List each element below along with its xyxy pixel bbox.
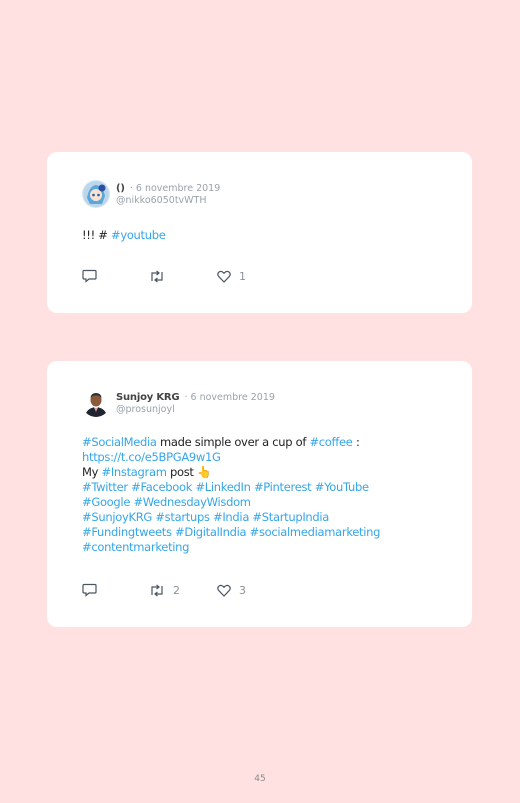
tweet-date[interactable]: · 6 novembre 2019	[185, 392, 275, 403]
avatar[interactable]	[82, 389, 110, 417]
like-button[interactable]: 3	[217, 584, 246, 597]
tweet-text-segment: :	[352, 435, 360, 449]
url-link[interactable]: https://t.co/e5BPGA9w1G	[82, 450, 221, 464]
tweet-text: #SocialMedia made simple over a cup of #…	[82, 435, 442, 555]
hashtag-line[interactable]: #SunjoyKRG #startups #India #StartupIndi…	[82, 510, 442, 525]
tweet-text-line: #SocialMedia made simple over a cup of #…	[82, 435, 442, 450]
retweet-button[interactable]	[149, 270, 217, 283]
hashtag-link[interactable]: #Instagram	[101, 465, 166, 479]
tweet-header: Sunjoy KRG · 6 novembre 2019 @prosunjoyl	[82, 389, 275, 417]
reply-button[interactable]	[82, 583, 149, 597]
heart-icon	[217, 270, 231, 283]
tweet-text-segment: !!! #	[82, 228, 111, 242]
hashtag-link[interactable]: #coffee	[309, 435, 352, 449]
user-handle[interactable]: @nikko6050tvWTH	[116, 195, 220, 207]
tweet-card: Sunjoy KRG · 6 novembre 2019 @prosunjoyl…	[47, 361, 472, 627]
tweet-date[interactable]: · 6 novembre 2019	[130, 183, 220, 194]
tweet-actions: 1	[82, 269, 246, 283]
tweet-text: !!! # #youtube	[82, 228, 442, 243]
like-button[interactable]: 1	[217, 270, 246, 283]
tweet-text-line: https://t.co/e5BPGA9w1G	[82, 450, 442, 465]
heart-icon	[217, 584, 231, 597]
user-handle[interactable]: @prosunjoyl	[116, 404, 275, 416]
hashtag-line[interactable]: #contentmarketing	[82, 540, 442, 555]
retweet-icon	[151, 584, 163, 596]
tweet-actions: 2 3	[82, 583, 246, 597]
reply-button[interactable]	[82, 269, 149, 283]
like-count: 1	[239, 269, 246, 283]
reply-icon	[82, 269, 97, 283]
tweet-text-line: My #Instagram post 👆	[82, 465, 442, 480]
tweet-text-segment: post	[166, 465, 197, 479]
pointing-up-emoji: 👆	[197, 465, 212, 479]
reply-icon	[82, 583, 97, 597]
retweet-button[interactable]: 2	[149, 584, 217, 597]
tweet-card: () · 6 novembre 2019 @nikko6050tvWTH !!!…	[47, 152, 472, 313]
display-name[interactable]: Sunjoy KRG	[116, 392, 180, 403]
hashtag-line[interactable]: #Twitter #Facebook #LinkedIn #Pinterest …	[82, 480, 442, 495]
hashtag-line[interactable]: #Google #WednesdayWisdom	[82, 495, 442, 510]
like-count: 3	[239, 583, 246, 597]
hashtag-link[interactable]: #SocialMedia	[82, 435, 157, 449]
hashtag-link[interactable]: #youtube	[111, 228, 166, 242]
retweet-icon	[151, 270, 163, 282]
hashtag-line[interactable]: #Fundingtweets #DigitalIndia #socialmedi…	[82, 525, 442, 540]
tweet-text-segment: My	[82, 465, 102, 479]
retweet-count: 2	[173, 583, 180, 597]
avatar[interactable]	[82, 180, 110, 208]
tweet-text-segment: made simple over a cup of	[156, 435, 310, 449]
page-number: 45	[254, 774, 266, 784]
display-name[interactable]: ()	[116, 183, 125, 194]
tweet-header: () · 6 novembre 2019 @nikko6050tvWTH	[82, 180, 220, 208]
